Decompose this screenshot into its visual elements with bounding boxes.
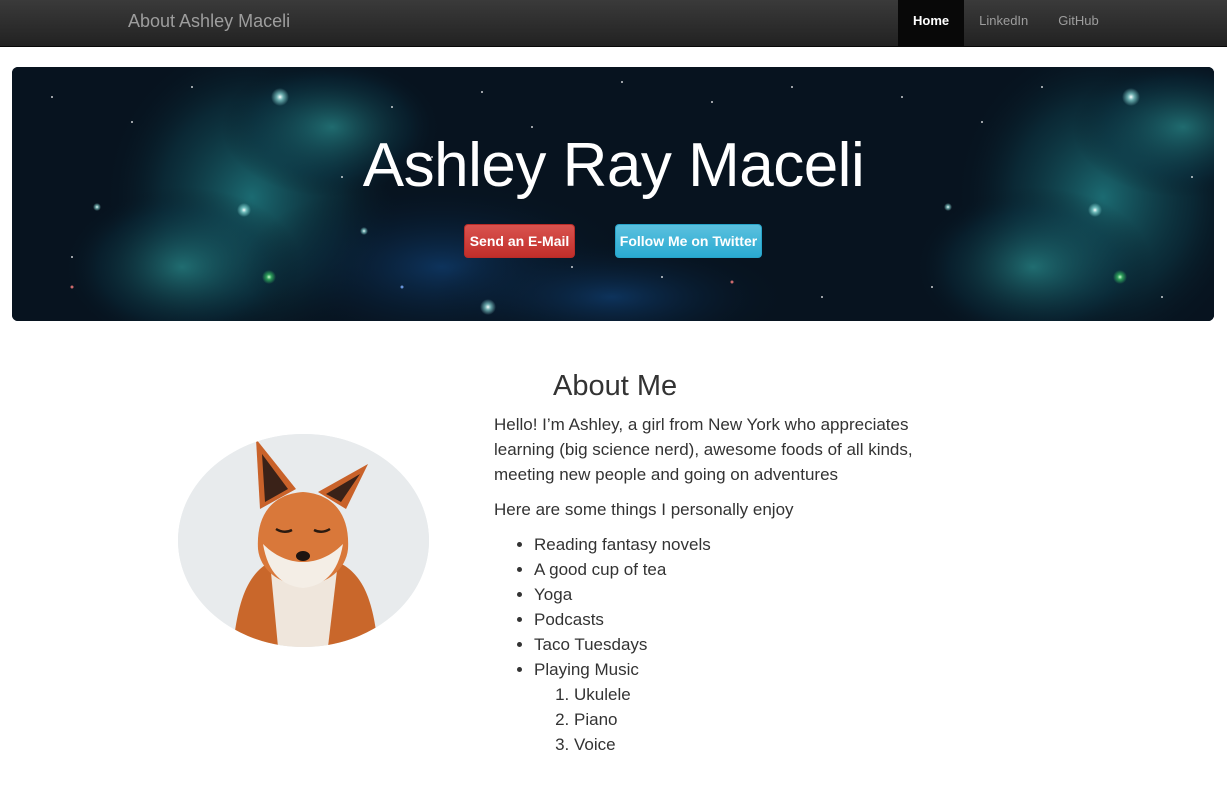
- list-item: Ukulele: [574, 682, 969, 707]
- list-item: Podcasts: [534, 607, 969, 632]
- nav-item-github[interactable]: GitHub: [1043, 0, 1113, 47]
- list-item: Yoga: [534, 582, 969, 607]
- list-item: Voice: [574, 732, 969, 757]
- hero-title: Ashley Ray Maceli: [362, 131, 865, 200]
- enjoy-intro: Here are some things I personally enjoy: [494, 500, 794, 519]
- follow-twitter-button[interactable]: Follow Me on Twitter: [615, 224, 762, 258]
- nav-item-home[interactable]: Home: [898, 0, 965, 47]
- enjoy-list: Reading fantasy novels A good cup of tea…: [494, 532, 969, 757]
- list-item: A good cup of tea: [534, 557, 969, 582]
- list-item: Piano: [574, 707, 969, 732]
- profile-photo-fox: [178, 434, 429, 647]
- music-list: Ukulele Piano Voice: [534, 682, 969, 757]
- nav-item-linkedin[interactable]: LinkedIn: [964, 0, 1043, 47]
- list-item: Taco Tuesdays: [534, 632, 969, 657]
- navbar-brand[interactable]: About Ashley Maceli: [128, 0, 290, 47]
- list-item-music: Playing Music Ukulele Piano Voice: [534, 657, 969, 757]
- list-item: Reading fantasy novels: [534, 532, 969, 557]
- top-navbar: About Ashley Maceli Home LinkedIn GitHub: [0, 0, 1227, 47]
- about-intro: Hello! I’m Ashley, a girl from New York …: [494, 415, 913, 484]
- hero-banner: Ashley Ray Maceli Send an E-Mail Follow …: [12, 67, 1214, 321]
- about-content: Hello! I’m Ashley, a girl from New York …: [494, 412, 969, 757]
- list-item-label: Playing Music: [534, 660, 639, 679]
- navbar-menu: Home LinkedIn GitHub: [898, 0, 1114, 47]
- send-email-button[interactable]: Send an E-Mail: [464, 224, 575, 258]
- about-heading: About Me: [553, 370, 678, 402]
